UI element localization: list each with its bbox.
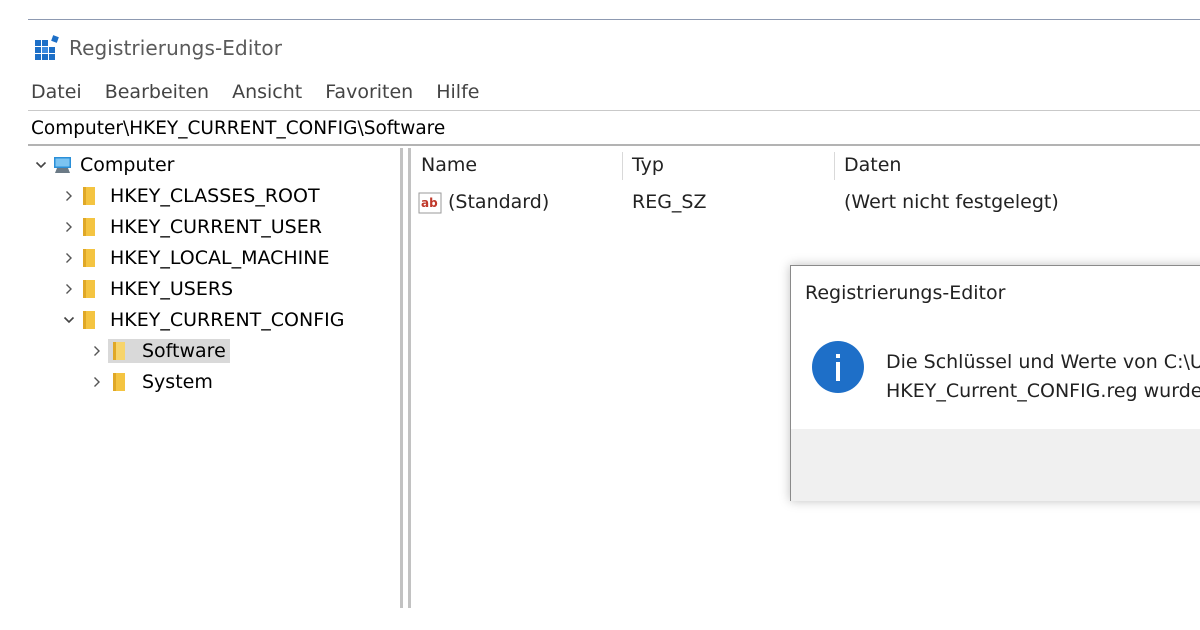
tree-node-hkey-users[interactable]: HKEY_USERS	[58, 274, 233, 304]
message-dialog: Registrierungs-Editor Die Schlüssel und …	[790, 265, 1200, 501]
column-divider[interactable]	[622, 152, 623, 180]
tree-node-hkey-current-user[interactable]: HKEY_CURRENT_USER	[58, 212, 322, 242]
value-name[interactable]: (Standard)	[448, 191, 549, 213]
chevron-down-icon[interactable]	[30, 150, 52, 180]
chevron-right-icon[interactable]	[58, 274, 80, 304]
folder-icon	[113, 373, 125, 391]
tree-node-computer[interactable]: Computer	[30, 150, 174, 180]
folder-icon	[83, 218, 95, 236]
tree-node-software[interactable]: Software	[86, 336, 230, 366]
tree-label: HKEY_CURRENT_CONFIG	[110, 309, 345, 331]
chevron-right-icon[interactable]	[86, 336, 108, 366]
menu-divider	[28, 110, 1200, 111]
tree-node-system[interactable]: System	[86, 367, 213, 397]
chevron-down-icon[interactable]	[58, 305, 80, 335]
tree-label: HKEY_CLASSES_ROOT	[110, 185, 320, 207]
string-value-icon: ab	[418, 192, 442, 214]
address-bar[interactable]: Computer\HKEY_CURRENT_CONFIG\Software	[28, 112, 1200, 144]
menu-favoriten[interactable]: Favoriten	[323, 81, 415, 103]
tree-node-hkey-classes-root[interactable]: HKEY_CLASSES_ROOT	[58, 181, 320, 211]
column-header-name[interactable]: Name	[421, 154, 477, 176]
column-divider[interactable]	[834, 152, 835, 180]
tree-label: HKEY_CURRENT_USER	[110, 216, 322, 238]
folder-icon	[83, 311, 95, 329]
chevron-right-icon[interactable]	[58, 243, 80, 273]
tree-label: System	[142, 371, 213, 393]
value-data: (Wert nicht festgelegt)	[844, 191, 1059, 213]
tree-label: Software	[142, 340, 226, 362]
pane-splitter[interactable]	[400, 148, 410, 608]
tree-node-hkey-local-machine[interactable]: HKEY_LOCAL_MACHINE	[58, 243, 330, 273]
address-path[interactable]: Computer\HKEY_CURRENT_CONFIG\Software	[28, 118, 445, 139]
svg-text:ab: ab	[421, 196, 438, 210]
folder-icon	[83, 187, 95, 205]
chevron-right-icon[interactable]	[58, 181, 80, 211]
dialog-title: Registrierungs-Editor	[805, 282, 1006, 304]
dialog-button-area	[791, 429, 1200, 501]
window-title: Registrierungs-Editor	[69, 36, 283, 60]
folder-icon	[83, 280, 95, 298]
tree-label: HKEY_LOCAL_MACHINE	[110, 247, 330, 269]
address-divider	[28, 144, 1200, 146]
chevron-right-icon[interactable]	[86, 367, 108, 397]
dialog-message-line-1: Die Schlüssel und Werte von C:\Us	[886, 351, 1200, 373]
tree-label: HKEY_USERS	[110, 278, 234, 300]
menu-datei[interactable]: Datei	[28, 81, 84, 103]
dialog-message: Die Schlüssel und Werte von C:\Us HKEY_C…	[886, 348, 1200, 406]
computer-icon	[54, 157, 71, 173]
tree-node-hkey-current-config[interactable]: HKEY_CURRENT_CONFIG	[58, 305, 344, 335]
info-icon	[812, 341, 864, 393]
dialog-message-line-2: HKEY_Current_CONFIG.reg wurden	[886, 380, 1200, 402]
title-bar: Registrierungs-Editor	[28, 30, 282, 66]
column-header-type[interactable]: Typ	[632, 154, 664, 176]
folder-open-icon	[113, 342, 125, 360]
folder-icon	[83, 249, 95, 267]
tree-label-computer: Computer	[80, 154, 175, 176]
chevron-right-icon[interactable]	[58, 212, 80, 242]
regedit-window: Registrierungs-Editor Datei Bearbeiten A…	[0, 0, 1200, 630]
regedit-icon	[35, 35, 59, 60]
window-top-border	[28, 19, 1200, 20]
menu-bar: Datei Bearbeiten Ansicht Favoriten Hilfe	[28, 78, 500, 106]
menu-hilfe[interactable]: Hilfe	[434, 81, 481, 103]
key-tree: Computer HKEY_CLASSES_ROOT HKEY_CURRENT_…	[28, 148, 400, 608]
menu-bearbeiten[interactable]: Bearbeiten	[103, 81, 211, 103]
value-type: REG_SZ	[632, 191, 707, 213]
selected-highlight[interactable]: Software	[108, 339, 230, 363]
column-header-data[interactable]: Daten	[844, 154, 901, 176]
menu-ansicht[interactable]: Ansicht	[230, 81, 304, 103]
